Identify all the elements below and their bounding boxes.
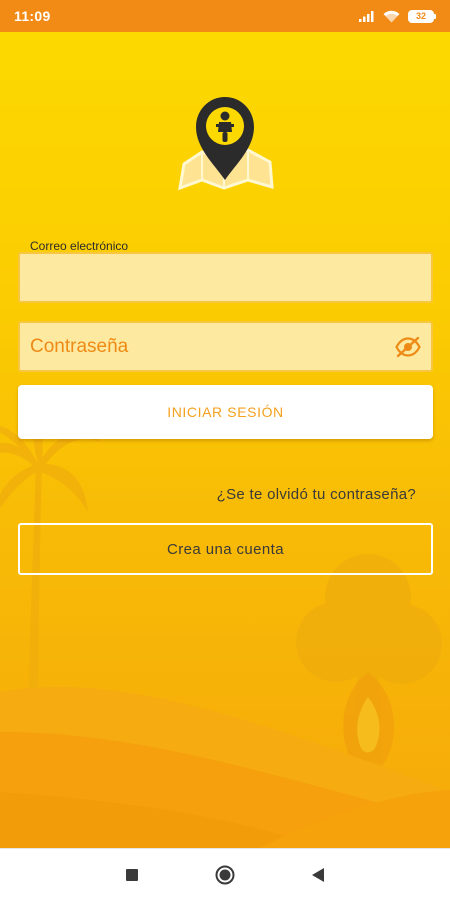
status-bar: 11:09 32 <box>0 0 450 32</box>
signal-icon <box>359 10 375 22</box>
login-screen: Correo electrónico Contraseña INICIAR SE… <box>0 32 450 848</box>
recent-apps-icon[interactable] <box>122 865 142 885</box>
forgot-password-link[interactable]: ¿Se te olvidó tu contraseña? <box>217 486 416 503</box>
navigation-bar <box>0 848 450 900</box>
login-button[interactable]: INICIAR SESIÓN <box>18 385 433 439</box>
home-icon[interactable] <box>215 865 235 885</box>
status-icons: 32 <box>359 9 436 23</box>
status-time: 11:09 <box>14 8 51 24</box>
wifi-icon <box>383 10 400 23</box>
eye-off-icon[interactable] <box>393 332 423 362</box>
password-placeholder: Contraseña <box>30 335 129 357</box>
email-field[interactable] <box>18 252 433 303</box>
back-icon[interactable] <box>308 865 328 885</box>
battery-icon: 32 <box>408 9 436 23</box>
password-field[interactable]: Contraseña <box>18 321 433 372</box>
create-account-button[interactable]: Crea una cuenta <box>18 523 433 575</box>
battery-level: 32 <box>415 10 426 21</box>
logo-map-pin-icon <box>178 97 274 191</box>
email-label: Correo electrónico <box>30 239 129 253</box>
